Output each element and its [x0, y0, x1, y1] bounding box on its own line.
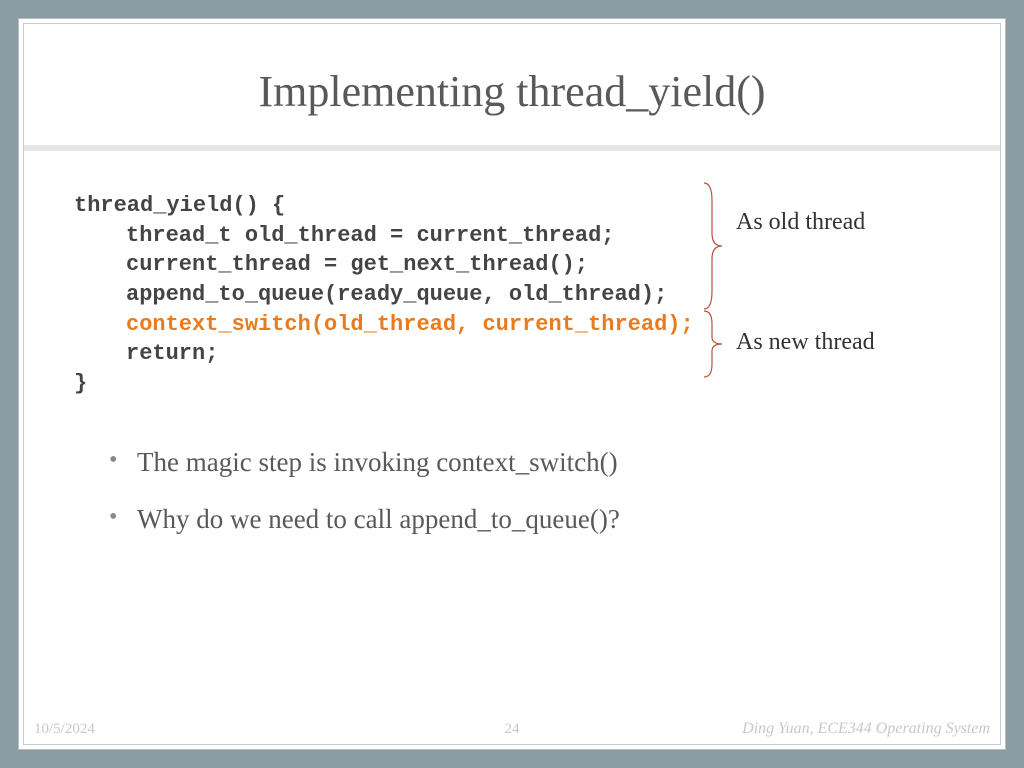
code-line-3: current_thread = get_next_thread(); [74, 250, 960, 280]
bullet-item-1: The magic step is invoking context_switc… [109, 447, 960, 478]
footer-date: 10/5/2024 [34, 721, 95, 738]
slide-inner-frame: Implementing thread_yield() thread_yield… [23, 23, 1001, 745]
slide-title: Implementing thread_yield() [24, 24, 1000, 145]
footer-page-number: 24 [505, 721, 520, 738]
footer-author: Ding Yuan, ECE344 Operating System [742, 720, 990, 738]
slide-outer-frame: Implementing thread_yield() thread_yield… [18, 18, 1006, 750]
code-line-7: } [74, 369, 960, 399]
bullet-list: The magic step is invoking context_switc… [74, 447, 960, 535]
slide-footer: 10/5/2024 24 Ding Yuan, ECE344 Operating… [24, 716, 1000, 740]
annotation-old-thread: As old thread [736, 209, 865, 236]
code-line-4: append_to_queue(ready_queue, old_thread)… [74, 280, 960, 310]
annotation-new-thread: As new thread [736, 329, 875, 356]
brace-icon-top [700, 181, 726, 311]
brace-icon-bottom [700, 309, 726, 379]
bullet-item-2: Why do we need to call append_to_queue()… [109, 504, 960, 535]
slide-content: thread_yield() { thread_t old_thread = c… [24, 151, 1000, 535]
